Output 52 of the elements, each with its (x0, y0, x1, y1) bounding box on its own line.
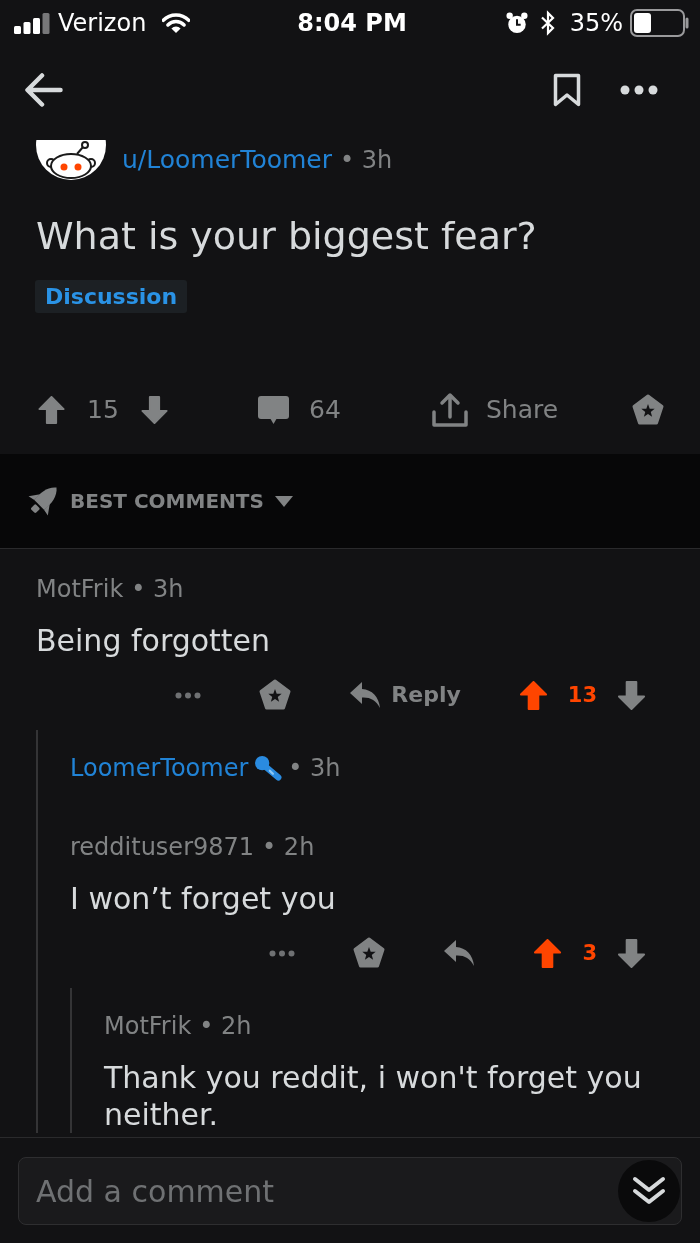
comment-field[interactable]: Add a comment (18, 1157, 682, 1225)
comment-icon (258, 395, 289, 425)
downvote-icon[interactable] (617, 680, 646, 710)
post-score: 15 (87, 395, 119, 425)
rocket-icon (28, 486, 58, 516)
bookmark-icon[interactable] (553, 73, 581, 107)
clock-time: 8:04 PM (297, 7, 407, 38)
upvote-icon[interactable] (518, 680, 548, 710)
avatar-icon (36, 140, 106, 180)
upvote-icon[interactable] (38, 396, 65, 424)
post-author[interactable]: u/LoomerToomer (122, 145, 332, 175)
post-age: • 3h (340, 145, 393, 175)
more-icon[interactable] (620, 85, 658, 95)
reply-button[interactable]: Reply (349, 680, 461, 710)
sort-button[interactable]: BEST COMMENTS (28, 486, 293, 516)
signal-icon (14, 11, 50, 34)
comment-score: 3 (582, 940, 597, 967)
comment-author[interactable]: reddituser9871 (70, 832, 255, 862)
carrier-name: Verizon (58, 7, 147, 38)
comment-text: Being forgotten (36, 622, 272, 659)
comment-text: Thank you reddit, i won't forget you neither. (104, 1059, 643, 1133)
comment-score: 13 (567, 682, 597, 709)
battery-percent: 35% (569, 7, 623, 38)
double-chevron-icon (632, 1176, 666, 1206)
upvote-icon[interactable] (533, 938, 563, 968)
comment-age: • 2h (199, 1011, 252, 1041)
comment-age: • 2h (262, 832, 315, 862)
award-icon[interactable] (259, 679, 292, 711)
comment-text: I won’t forget you (70, 880, 337, 917)
caret-icon (274, 495, 293, 507)
reply-icon[interactable] (443, 939, 476, 967)
downvote-icon[interactable] (617, 938, 646, 968)
battery-icon (630, 8, 690, 37)
back-icon[interactable] (25, 73, 63, 107)
comment-age: • 3h (288, 753, 341, 783)
wifi-icon (162, 11, 191, 34)
award-icon[interactable] (632, 394, 664, 426)
share-button[interactable]: Share (432, 392, 559, 428)
share-icon (432, 392, 468, 428)
comment-author[interactable]: LoomerToomer (70, 753, 249, 783)
comment-author[interactable]: MotFrik (36, 574, 124, 604)
flair-tag[interactable]: Discussion (35, 280, 188, 313)
post-title: What is your biggest fear? (36, 213, 538, 259)
comment-author[interactable]: MotFrik (104, 1011, 192, 1041)
downvote-icon[interactable] (140, 396, 168, 424)
award-icon[interactable] (353, 937, 386, 969)
comment-age: • 3h (131, 574, 184, 604)
microphone-icon (254, 755, 283, 781)
comment-count: 64 (309, 395, 341, 425)
bluetooth-icon (539, 9, 556, 36)
alarm-clock-icon (505, 11, 528, 34)
reply-icon (349, 681, 382, 709)
